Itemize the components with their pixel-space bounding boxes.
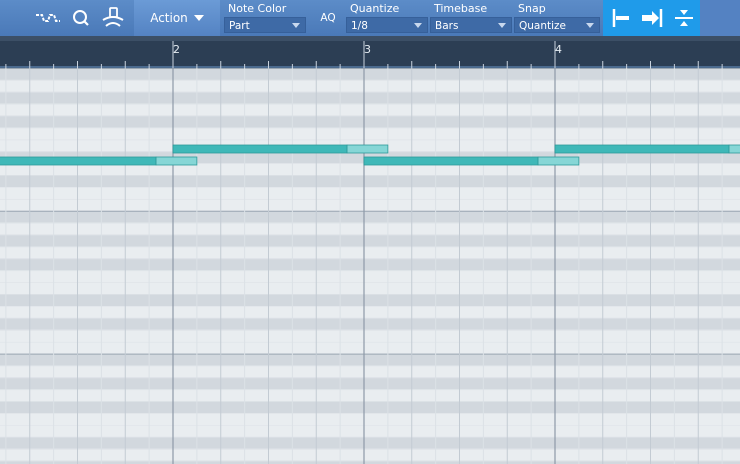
pitch-row [0, 234, 740, 247]
note-color-label: Note Color [228, 2, 287, 15]
midi-note[interactable] [363, 156, 580, 166]
note-tail [155, 156, 198, 166]
toolbar: Action Note Color Part AQ Quantize 1/8 T… [0, 0, 740, 36]
pitch-row [0, 210, 740, 223]
pitch-row [0, 198, 740, 211]
pitch-row [0, 79, 740, 92]
pitch-row [0, 436, 740, 449]
pitch-row [0, 401, 740, 414]
timebase-label: Timebase [434, 2, 488, 15]
snap-field: Snap Quantize [512, 0, 602, 36]
timebase-select[interactable]: Bars [430, 17, 512, 33]
piano-roll-grid[interactable] [0, 68, 740, 464]
auto-quantize-button[interactable]: AQ [312, 0, 344, 36]
pitch-row [0, 258, 740, 271]
pitch-row [0, 127, 740, 140]
action-menu-button[interactable]: Action [134, 0, 220, 36]
snap-arrow-icon[interactable] [639, 0, 665, 36]
toolbar-spacer [700, 0, 740, 36]
pitch-row [0, 317, 740, 330]
pitch-row [0, 448, 740, 461]
snap-label: Snap [518, 2, 546, 15]
pitch-row [0, 329, 740, 342]
chevron-down-icon [292, 23, 300, 28]
pitch-row [0, 103, 740, 116]
midi-note[interactable] [554, 144, 740, 154]
pitch-row [0, 222, 740, 235]
note-tail [346, 144, 389, 154]
pitch-row [0, 91, 740, 104]
snap-options-group [603, 0, 700, 36]
chevron-down-icon [498, 23, 506, 28]
pitch-row [0, 68, 740, 80]
note-color-select[interactable]: Part [224, 17, 306, 33]
quantize-select[interactable]: 1/8 [346, 17, 428, 33]
pitch-row [0, 365, 740, 378]
quantize-label: Quantize [350, 2, 400, 15]
pitch-row [0, 175, 740, 187]
pitch-row [0, 425, 740, 437]
timebase-field: Timebase Bars [428, 0, 514, 36]
listen-tool-icon[interactable] [100, 0, 126, 36]
quantize-field: Quantize 1/8 [344, 0, 430, 36]
ruler-ticks [5, 41, 723, 68]
pitch-row [0, 306, 740, 318]
pitch-row [0, 341, 740, 354]
pitch-row [0, 282, 740, 295]
note-body [363, 156, 539, 166]
pitch-row [0, 353, 740, 366]
pitch-row [0, 246, 740, 259]
pitch-row [0, 187, 740, 199]
midi-note[interactable] [0, 156, 198, 166]
pitch-row [0, 413, 740, 425]
note-body [554, 144, 730, 154]
note-tail [537, 156, 580, 166]
action-label: Action [150, 11, 188, 25]
midi-note[interactable] [172, 144, 389, 154]
pitch-row [0, 377, 740, 390]
snap-to-start-icon[interactable] [609, 0, 633, 36]
pitch-row [0, 389, 740, 402]
chevron-down-icon [414, 23, 422, 28]
note-tail [728, 144, 740, 154]
chevron-down-icon [193, 15, 204, 21]
zoom-tool-icon[interactable] [70, 0, 92, 36]
pitch-row [0, 294, 740, 306]
pitch-row [0, 115, 740, 128]
note-body [0, 156, 157, 166]
note-body [172, 144, 348, 154]
note-color-field: Note Color Part [222, 0, 308, 36]
snap-split-icon[interactable] [671, 0, 697, 36]
chevron-down-icon [586, 23, 594, 28]
pitch-row [0, 270, 740, 283]
snap-select[interactable]: Quantize [514, 17, 600, 33]
line-draw-tool-icon[interactable] [32, 0, 64, 36]
